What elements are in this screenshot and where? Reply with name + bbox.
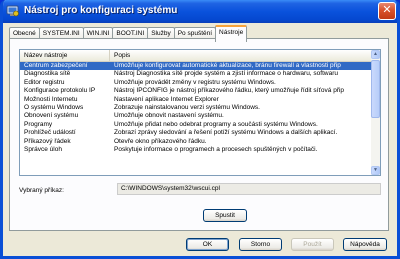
row-name: Obnovení systému bbox=[24, 112, 79, 120]
run-button[interactable]: Spustit bbox=[203, 209, 247, 222]
row-description: Umožňuje konfigurovat automatické aktual… bbox=[114, 62, 341, 69]
list-row-registry-editor[interactable]: Editor registru Umožňuje provádět změny … bbox=[20, 79, 372, 87]
system-config-icon bbox=[6, 5, 19, 17]
row-description: Zobrazí zprávy sledování a řešení potíží… bbox=[114, 129, 338, 137]
row-description: Nástroj IPCONFIG je nástroj příkazového … bbox=[114, 87, 345, 95]
row-description: Poskytuje informace o programech a proce… bbox=[114, 145, 318, 153]
row-description: Umožňuje přidat nebo odebrat programy a … bbox=[114, 120, 318, 128]
system-config-window: Nástroj pro konfiguraci systému ✕ Obecné… bbox=[0, 0, 400, 259]
help-button[interactable]: Nápověda bbox=[343, 238, 387, 251]
list-row-system-restore[interactable]: Obnovení systému Umožňuje obnovit nastav… bbox=[20, 112, 372, 120]
tab-strip: Obecné SYSTEM.INI WIN.INI BOOT.INI Služb… bbox=[9, 25, 248, 42]
row-name: O systému Windows bbox=[24, 103, 84, 111]
list-row-about-windows[interactable]: O systému Windows Zobrazuje nainstalovan… bbox=[20, 104, 372, 112]
close-button[interactable]: ✕ bbox=[378, 2, 396, 20]
row-description: Nastavení aplikace Internet Explorer bbox=[114, 95, 219, 103]
tools-list[interactable]: Název nástroje Popis Centrum zabezpečení… bbox=[19, 49, 381, 176]
list-row-event-viewer[interactable]: Prohlížeč událostí Zobrazí zprávy sledov… bbox=[20, 129, 372, 137]
list-row-ip-config[interactable]: Konfigurace protokolu IP Nástroj IPCONFI… bbox=[20, 87, 372, 95]
row-name: Centrum zabezpečení bbox=[24, 62, 88, 69]
list-rows: Centrum zabezpečení Umožňuje konfigurova… bbox=[20, 62, 372, 154]
list-header: Název nástroje Popis bbox=[20, 50, 372, 62]
row-name: Konfigurace protokolu IP bbox=[24, 87, 96, 95]
list-row-programs[interactable]: Programy Umožňuje přidat nebo odebrat pr… bbox=[20, 121, 372, 129]
vertical-scrollbar[interactable]: ▲ ▼ bbox=[371, 50, 380, 175]
row-description: Nástroj Diagnostika sítě projde systém a… bbox=[114, 70, 338, 78]
selected-command-label: Vybraný příkaz: bbox=[19, 187, 64, 194]
list-row-network-diagnostics[interactable]: Diagnostika sítě Nástroj Diagnostika sít… bbox=[20, 70, 372, 78]
list-row-internet-options[interactable]: Možnosti Internetu Nastavení aplikace In… bbox=[20, 96, 372, 104]
row-name: Správce úloh bbox=[24, 145, 62, 153]
row-name: Možnosti Internetu bbox=[24, 95, 78, 103]
row-description: Umožňuje obnovit nastavení systému. bbox=[114, 112, 224, 120]
scroll-thumb[interactable] bbox=[371, 60, 380, 118]
cancel-button[interactable]: Storno bbox=[239, 238, 282, 251]
row-name: Příkazový řádek bbox=[24, 137, 71, 145]
window-title: Nástroj pro konfiguraci systému bbox=[24, 5, 178, 16]
tools-panel: Název nástroje Popis Centrum zabezpečení… bbox=[9, 38, 389, 231]
scroll-down-icon[interactable]: ▼ bbox=[371, 166, 380, 175]
row-name: Programy bbox=[24, 120, 53, 128]
list-row-command-prompt[interactable]: Příkazový řádek Otevře okno příkazového … bbox=[20, 138, 372, 146]
row-name: Editor registru bbox=[24, 78, 65, 86]
row-description: Otevře okno příkazového řádku. bbox=[114, 137, 207, 145]
title-bar[interactable]: Nástroj pro konfiguraci systému ✕ bbox=[3, 0, 397, 23]
apply-button[interactable]: Použít bbox=[291, 238, 334, 251]
ok-button[interactable]: OK bbox=[186, 238, 229, 251]
column-header-name[interactable]: Název nástroje bbox=[20, 50, 110, 61]
list-row-security-center[interactable]: Centrum zabezpečení Umožňuje konfigurova… bbox=[20, 62, 372, 71]
row-description: Zobrazuje nainstalovanou verzi systému W… bbox=[114, 103, 260, 111]
scroll-up-icon[interactable]: ▲ bbox=[371, 50, 380, 59]
row-description: Umožňuje provádět změny v registru systé… bbox=[114, 78, 276, 86]
row-name: Diagnostika sítě bbox=[24, 70, 71, 78]
tab-tools[interactable]: Nástroje bbox=[215, 25, 248, 42]
row-name: Prohlížeč událostí bbox=[24, 129, 76, 137]
column-header-description[interactable]: Popis bbox=[110, 50, 372, 61]
selected-command-field: C:\WINDOWS\system32\wscui.cpl bbox=[117, 183, 381, 195]
list-row-task-manager[interactable]: Správce úloh Poskytuje informace o progr… bbox=[20, 146, 372, 154]
